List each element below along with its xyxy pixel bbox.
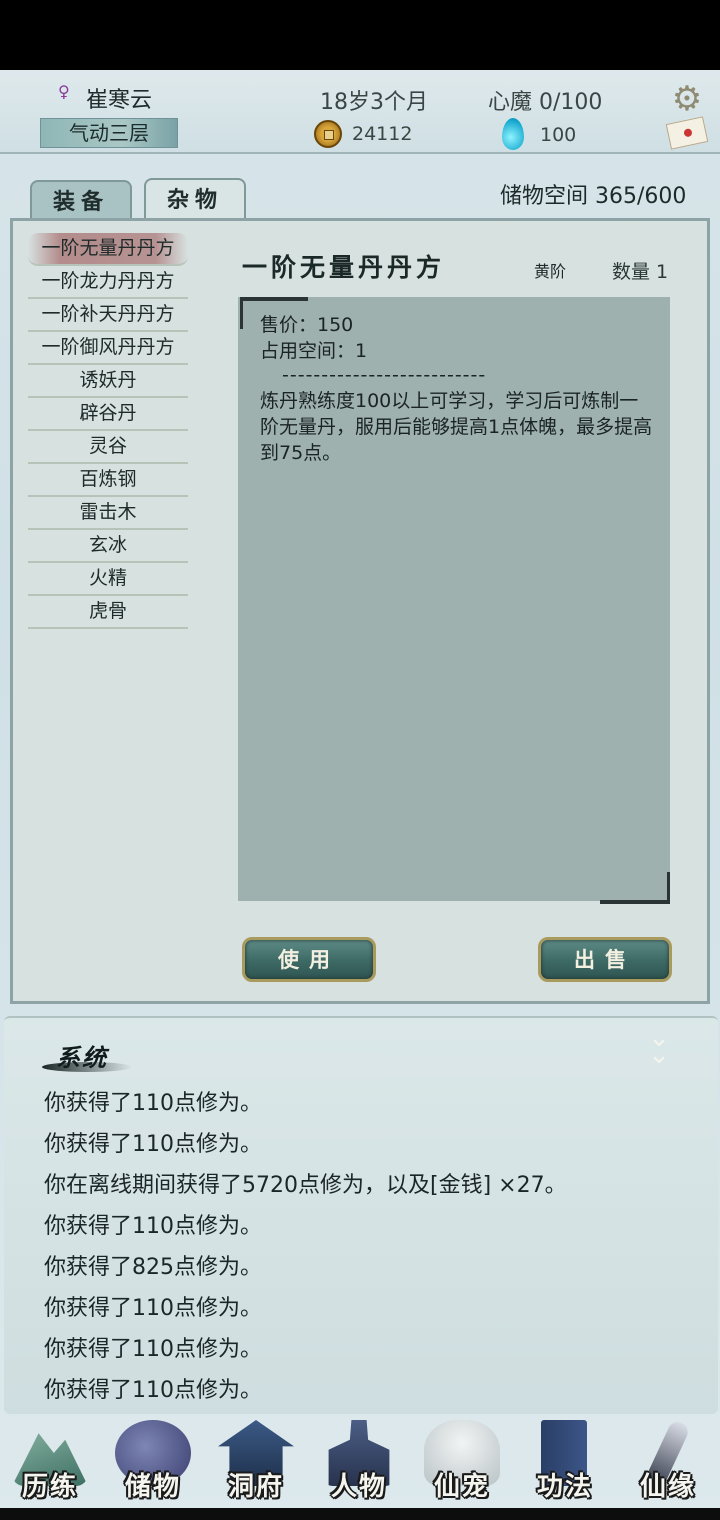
log-line: 你获得了110点修为。	[44, 1091, 262, 1116]
log-line: 你获得了825点修为。	[44, 1255, 262, 1280]
system-nav-bar	[0, 1508, 720, 1520]
nav-label: 历练	[21, 1472, 78, 1502]
detail-divider: --------------------------	[282, 364, 487, 386]
item-space: 占用空间：1	[260, 340, 368, 362]
list-item[interactable]: 雷击木	[28, 497, 188, 530]
quantity-value: 1	[656, 261, 669, 283]
quantity-label: 数量	[612, 261, 651, 283]
log-title: 系统	[56, 1043, 108, 1072]
character-age: 18岁3个月	[320, 90, 428, 115]
nav-storage[interactable]: 储物	[103, 1416, 203, 1506]
nav-fate[interactable]: 仙缘	[618, 1416, 718, 1506]
list-item[interactable]: 灵谷	[28, 431, 188, 464]
gem-amount: 100	[540, 124, 577, 146]
item-description: 炼丹熟练度100以上可学习，学习后可炼制一阶无量丹，服用后能够提高1点体魄，最多…	[260, 390, 653, 464]
log-lines: 你获得了110点修为。 你获得了110点修为。 你在离线期间获得了5720点修为…	[44, 1085, 704, 1413]
list-item[interactable]: 辟谷丹	[28, 398, 188, 431]
nav-label: 储物	[124, 1472, 181, 1502]
list-item[interactable]: 虎骨	[28, 596, 188, 629]
item-quantity: 数量 1	[612, 257, 668, 284]
tab-equipment[interactable]: 装备	[30, 180, 132, 220]
list-item[interactable]: 一阶无量丹丹方	[28, 233, 188, 266]
status-bar	[0, 0, 720, 70]
list-item[interactable]: 一阶龙力丹丹方	[28, 266, 188, 299]
list-item[interactable]: 火精	[28, 563, 188, 596]
use-button[interactable]: 使用	[242, 937, 376, 982]
nav-label: 功法	[536, 1472, 593, 1502]
nav-character[interactable]: 人物	[309, 1416, 409, 1506]
spirit-drop-icon	[502, 118, 524, 150]
list-item[interactable]: 百炼钢	[28, 464, 188, 497]
nav-label: 仙宠	[433, 1472, 490, 1502]
log-line: 你获得了110点修为。	[44, 1132, 262, 1157]
log-line: 你获得了110点修为。	[44, 1296, 262, 1321]
item-list: 一阶无量丹丹方 一阶龙力丹丹方 一阶补天丹丹方 一阶御风丹丹方 诱妖丹 辟谷丹 …	[28, 233, 188, 629]
list-item[interactable]: 玄冰	[28, 530, 188, 563]
settings-gear-icon[interactable]: ⚙	[670, 82, 704, 116]
nav-label: 人物	[330, 1472, 387, 1502]
nav-label: 仙缘	[639, 1472, 696, 1502]
log-line: 你在离线期间获得了5720点修为，以及[金钱] ×27。	[44, 1173, 567, 1198]
nav-cave[interactable]: 洞府	[206, 1416, 306, 1506]
realm-badge: 气动三层	[40, 118, 178, 148]
item-stats: 售价：150 占用空间：1	[260, 312, 655, 364]
log-line: 你获得了110点修为。	[44, 1337, 262, 1362]
collapse-chevron-icon[interactable]: ⌄ ⌄	[644, 1025, 674, 1068]
coin-amount: 24112	[352, 123, 413, 145]
tab-misc[interactable]: 杂物	[144, 178, 246, 222]
storage-capacity: 储物空间 365/600	[500, 184, 687, 209]
heart-demon-value: 心魔 0/100	[488, 90, 603, 115]
list-item[interactable]: 诱妖丹	[28, 365, 188, 398]
corner-decoration	[600, 872, 670, 904]
item-title: 一阶无量丹丹方	[242, 253, 446, 282]
log-line: 你获得了110点修为。	[44, 1214, 262, 1239]
list-item[interactable]: 一阶御风丹丹方	[28, 332, 188, 365]
female-icon: ♀	[58, 82, 70, 101]
log-line: 你获得了110点修为。	[44, 1378, 262, 1403]
character-name[interactable]: 崔寒云	[86, 82, 152, 114]
list-item[interactable]: 一阶补天丹丹方	[28, 299, 188, 332]
nav-pet[interactable]: 仙宠	[412, 1416, 512, 1506]
nav-technique[interactable]: 功法	[515, 1416, 615, 1506]
nav-label: 洞府	[227, 1472, 284, 1502]
nav-training[interactable]: 历练	[0, 1416, 100, 1506]
sell-button[interactable]: 出售	[538, 937, 672, 982]
item-price: 售价：150	[260, 314, 354, 336]
coin-icon	[314, 120, 342, 148]
item-grade: 黄阶	[534, 262, 567, 281]
